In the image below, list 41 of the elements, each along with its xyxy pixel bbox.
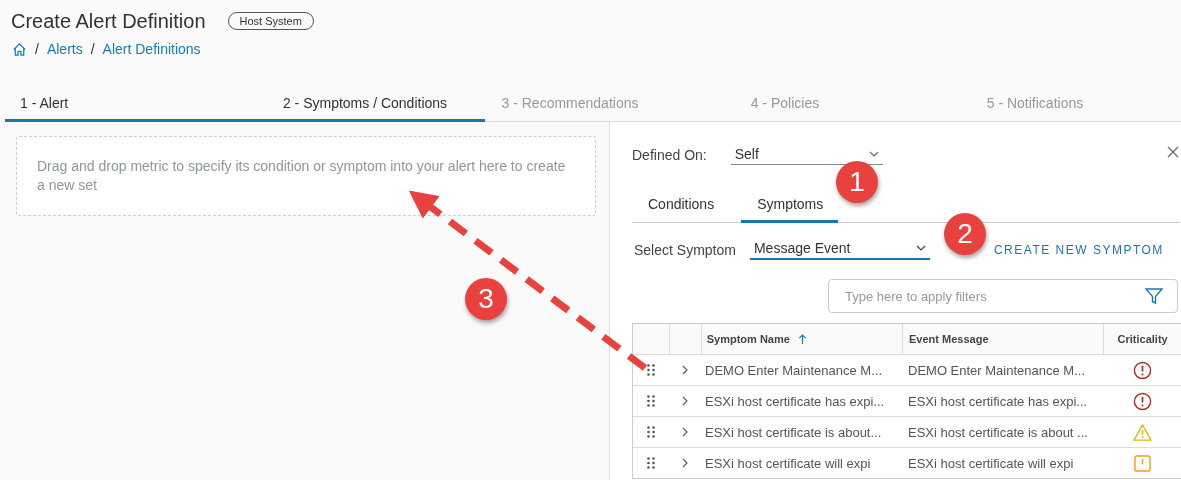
breadcrumb-link[interactable]: Alerts — [46, 41, 83, 57]
drag-handle-icon[interactable] — [647, 395, 655, 407]
table-cell: DEMO Enter Maintenance M... — [908, 362, 1085, 378]
filter-icon[interactable] — [1144, 286, 1164, 306]
chevron-right-icon[interactable] — [681, 365, 688, 375]
step-number-badge: 3 — [465, 278, 507, 320]
breadcrumb-separator: / — [35, 41, 39, 57]
chevron-right-icon[interactable] — [681, 427, 688, 437]
table-cell: ESXi host certificate will expi — [705, 455, 871, 471]
page-title: Create Alert Definition — [11, 9, 206, 33]
chevron-down-icon — [915, 245, 926, 251]
breadcrumb-link[interactable]: Alert Definitions — [102, 41, 201, 57]
drag-handle-icon[interactable] — [647, 457, 655, 469]
close-icon[interactable] — [1167, 146, 1179, 158]
create-new-symptom-link[interactable]: CREATE NEW SYMPTOM — [993, 243, 1164, 257]
table-cell: ESXi host certificate is about... — [705, 424, 882, 440]
panel-tab[interactable]: Symptoms — [741, 196, 839, 223]
sort-ascending-icon[interactable] — [797, 333, 807, 345]
wizard-step-tab[interactable]: 2 - Symptoms / Conditions — [245, 95, 485, 122]
defined-on-label: Defined On: — [632, 147, 707, 163]
column-header[interactable]: Symptom Name — [706, 333, 790, 345]
home-icon[interactable] — [12, 41, 27, 57]
table-cell: ESXi host certificate has expi... — [908, 393, 1088, 409]
drag-handle-icon[interactable] — [647, 364, 655, 376]
symptom-type-dropdown[interactable]: Message Event — [749, 240, 930, 260]
table-cell: ESXi host certificate will expi — [908, 455, 1074, 471]
chevron-right-icon[interactable] — [681, 396, 688, 406]
chevron-right-icon[interactable] — [681, 458, 688, 468]
select-symptom-label: Select Symptom — [634, 242, 736, 258]
table-cell: DEMO Enter Maintenance M... — [705, 362, 882, 378]
table-cell: ESXi host certificate has expi... — [705, 393, 885, 409]
filter-field[interactable]: Type here to apply filters — [828, 279, 1178, 313]
column-header[interactable]: Criticality — [1117, 333, 1168, 345]
column-header[interactable]: Event Message — [909, 333, 989, 345]
drag-handle-icon[interactable] — [647, 426, 655, 438]
drop-zone: Drag and drop metric to specify its condition or symptom into your alert here to create a new set — [16, 136, 596, 216]
chevron-down-icon — [868, 150, 879, 157]
panel-tab[interactable]: Conditions — [632, 196, 730, 223]
wizard-step-tab[interactable]: 1 - Alert — [5, 95, 245, 122]
breadcrumb-separator: / — [90, 41, 95, 57]
table-cell: ESXi host certificate is about ... — [908, 424, 1088, 440]
